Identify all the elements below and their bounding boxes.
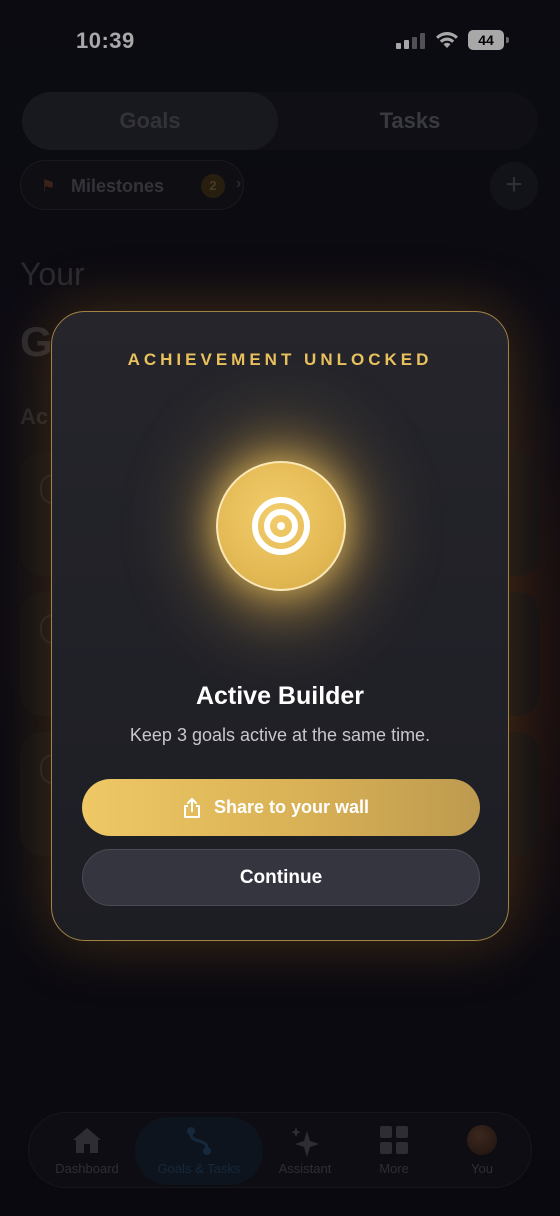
share-to-wall-button[interactable]: Share to your wall: [82, 779, 480, 836]
share-button-label: Share to your wall: [214, 797, 370, 817]
share-icon: [184, 798, 200, 818]
continue-button[interactable]: Continue: [82, 849, 480, 906]
target-icon: [252, 497, 310, 555]
achievement-description: Keep 3 goals active at the same time.: [129, 725, 431, 745]
achievement-modal: ACHIEVEMENT UNLOCKED Active Builder Keep…: [51, 311, 509, 941]
achievement-name: Active Builder: [195, 682, 365, 710]
achievement-badge: [216, 461, 346, 591]
